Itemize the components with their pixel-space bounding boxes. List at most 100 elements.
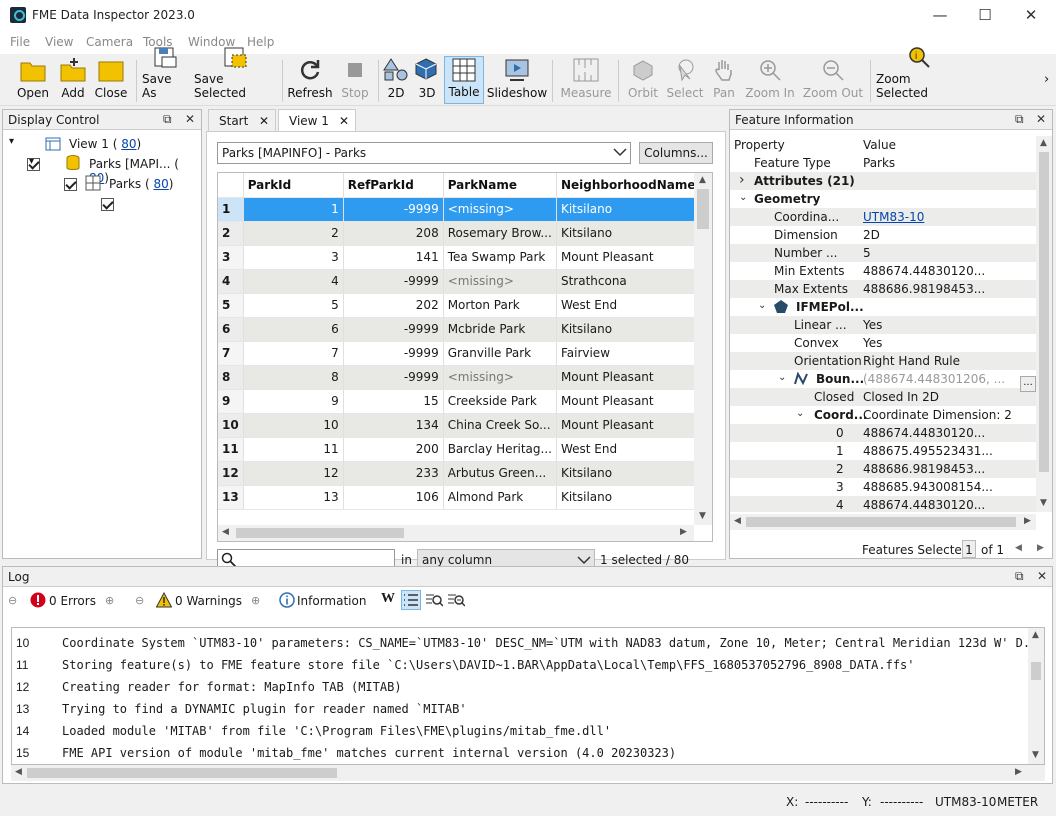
close-window-button[interactable]: ✕ [1008, 0, 1054, 30]
save-as-button[interactable]: Save As [142, 47, 188, 104]
scroll-thumb[interactable] [27, 768, 337, 778]
cell-refparkid[interactable]: -9999 [343, 317, 444, 342]
cell-neighborhoodname[interactable]: West End [556, 293, 711, 318]
table-view-button[interactable]: Table [444, 56, 484, 104]
log-vertical-scrollbar[interactable]: ▲ ▼ [1028, 628, 1044, 764]
close-tab-icon[interactable]: ✕ [259, 114, 269, 128]
cell-neighborhoodname[interactable]: Kitsilano [556, 197, 711, 222]
table-row[interactable]: 12 12 233 Arbutus Green... Kitsilano [218, 461, 711, 486]
minimize-button[interactable]: — [917, 0, 963, 30]
cell-parkid[interactable]: 3 [243, 245, 344, 270]
cell-refparkid[interactable]: 233 [343, 461, 444, 486]
find-in-log-icon[interactable] [425, 592, 444, 611]
row-number[interactable]: 2 [218, 221, 244, 246]
view-tree-item[interactable]: View 1 ( 80) [69, 137, 141, 151]
measure-button[interactable]: Measure [560, 56, 612, 104]
next-feature-button[interactable]: ▶ [1037, 543, 1044, 553]
cell-parkid[interactable]: 7 [243, 341, 344, 366]
cell-neighborhoodname[interactable]: West End [556, 437, 711, 462]
word-wrap-icon[interactable]: W [381, 591, 395, 607]
cell-neighborhoodname[interactable]: Mount Pleasant [556, 245, 711, 270]
cell-parkid[interactable]: 4 [243, 269, 344, 294]
cell-refparkid[interactable]: 134 [343, 413, 444, 438]
cell-parkid[interactable]: 9 [243, 389, 344, 414]
cell-refparkid[interactable]: 202 [343, 293, 444, 318]
toolbar-overflow-button[interactable]: › [1044, 72, 1049, 87]
coordinate-system-link[interactable]: UTM83-10 [863, 210, 924, 224]
property-row[interactable]: Min Extents 488674.44830120... [730, 262, 1036, 280]
cell-parkname[interactable]: <missing> [443, 365, 557, 390]
columns-button[interactable]: Columns... [639, 142, 713, 164]
table-row[interactable]: 5 5 202 Morton Park West End [218, 293, 711, 318]
add-button[interactable]: Add [56, 56, 90, 104]
zoom-out-button[interactable]: Zoom Out [802, 56, 864, 104]
stop-button[interactable]: Stop [336, 56, 374, 104]
log-line[interactable]: 13 Trying to find a DYNAMIC plugin for re… [12, 698, 1028, 720]
cell-parkid[interactable]: 5 [243, 293, 344, 318]
previous-error-icon[interactable]: ⊖ [8, 594, 17, 607]
feature-horizontal-scrollbar[interactable]: ◀ ▶ [730, 514, 1036, 530]
cell-parkname[interactable]: Almond Park [443, 485, 557, 510]
row-number[interactable]: 5 [218, 293, 244, 318]
row-number[interactable]: 10 [218, 413, 244, 438]
cell-parkname[interactable]: <missing> [443, 269, 557, 294]
close-tab-icon[interactable]: ✕ [339, 114, 349, 128]
expand-view-icon[interactable]: ▾ [9, 136, 14, 147]
save-selected-button[interactable]: Save Selected [194, 47, 276, 104]
cell-refparkid[interactable]: -9999 [343, 197, 444, 222]
cell-refparkid[interactable]: 15 [343, 389, 444, 414]
pan-button[interactable]: Pan [706, 56, 742, 104]
cell-refparkid[interactable]: -9999 [343, 341, 444, 366]
log-line[interactable]: 10 Coordinate System `UTM83-10' parameter… [12, 632, 1028, 654]
cell-neighborhoodname[interactable]: Strathcona [556, 269, 711, 294]
row-number[interactable]: 6 [218, 317, 244, 342]
view-count-link[interactable]: 80 [121, 137, 136, 151]
view-2d-button[interactable]: 2D [382, 56, 410, 104]
expand-icon[interactable]: › [739, 172, 745, 188]
table-horizontal-scrollbar[interactable]: ◀ ▶ [218, 525, 694, 541]
cell-parkid[interactable]: 8 [243, 365, 344, 390]
menu-help[interactable]: Help [247, 35, 274, 49]
cell-parkid[interactable]: 12 [243, 461, 344, 486]
property-row[interactable]: › Attributes (21) [730, 172, 1036, 190]
previous-warning-icon[interactable]: ⊖ [135, 594, 144, 607]
log-line[interactable]: 15 FME API version of module 'mitab_fme' … [12, 742, 1028, 764]
information-filter[interactable]: Information [297, 594, 366, 608]
layer-tree-item[interactable]: Parks ( 80) [109, 177, 173, 191]
scroll-thumb[interactable] [236, 528, 404, 538]
collapse-icon[interactable]: ⌄ [758, 300, 766, 311]
cell-parkid[interactable]: 2 [243, 221, 344, 246]
menu-view[interactable]: View [45, 35, 73, 49]
menu-file[interactable]: File [10, 35, 30, 49]
feature-type-select[interactable]: Parks [MAPINFO] - Parks [217, 142, 631, 164]
cell-parkname[interactable]: Tea Swamp Park [443, 245, 557, 270]
collapse-icon[interactable]: ⌄ [796, 408, 804, 419]
property-row[interactable]: Orientation Right Hand Rule [730, 352, 1036, 370]
log-line[interactable]: 12 Creating reader for format: MapInfo TA… [12, 676, 1028, 698]
row-number[interactable]: 1 [218, 197, 244, 222]
expand-dataset-icon[interactable]: ▾ [29, 156, 34, 167]
cell-neighborhoodname[interactable]: Kitsilano [556, 485, 711, 510]
tab-view-1[interactable]: View 1 ✕ [278, 109, 356, 132]
maximize-button[interactable]: ☐ [962, 0, 1008, 30]
cell-refparkid[interactable]: 208 [343, 221, 444, 246]
close-panel-icon[interactable]: ✕ [1037, 569, 1047, 583]
cell-parkname[interactable]: <missing> [443, 197, 557, 222]
cell-neighborhoodname[interactable]: Mount Pleasant [556, 365, 711, 390]
next-error-icon[interactable]: ⊕ [105, 594, 114, 607]
scroll-thumb[interactable] [1031, 662, 1041, 680]
dataset-checkbox[interactable] [63, 178, 77, 191]
zoom-selected-button[interactable]: i Zoom Selected [876, 47, 962, 104]
row-number[interactable]: 8 [218, 365, 244, 390]
table-row[interactable]: 4 4 -9999 <missing> Strathcona [218, 269, 711, 294]
property-row[interactable]: Dimension 2D [730, 226, 1036, 244]
column-header[interactable]: ParkId [243, 173, 344, 198]
layer-checkbox[interactable] [100, 198, 114, 211]
property-row[interactable]: 0 488674.44830120... [730, 424, 1036, 442]
view-3d-button[interactable]: 3D [412, 56, 442, 104]
table-row[interactable]: 7 7 -9999 Granville Park Fairview [218, 341, 711, 366]
property-row[interactable]: 4 488674.44830120... [730, 496, 1036, 512]
cell-parkname[interactable]: Mcbride Park [443, 317, 557, 342]
float-panel-icon[interactable]: ⧉ [1015, 112, 1024, 127]
close-panel-icon[interactable]: ✕ [1036, 112, 1046, 126]
